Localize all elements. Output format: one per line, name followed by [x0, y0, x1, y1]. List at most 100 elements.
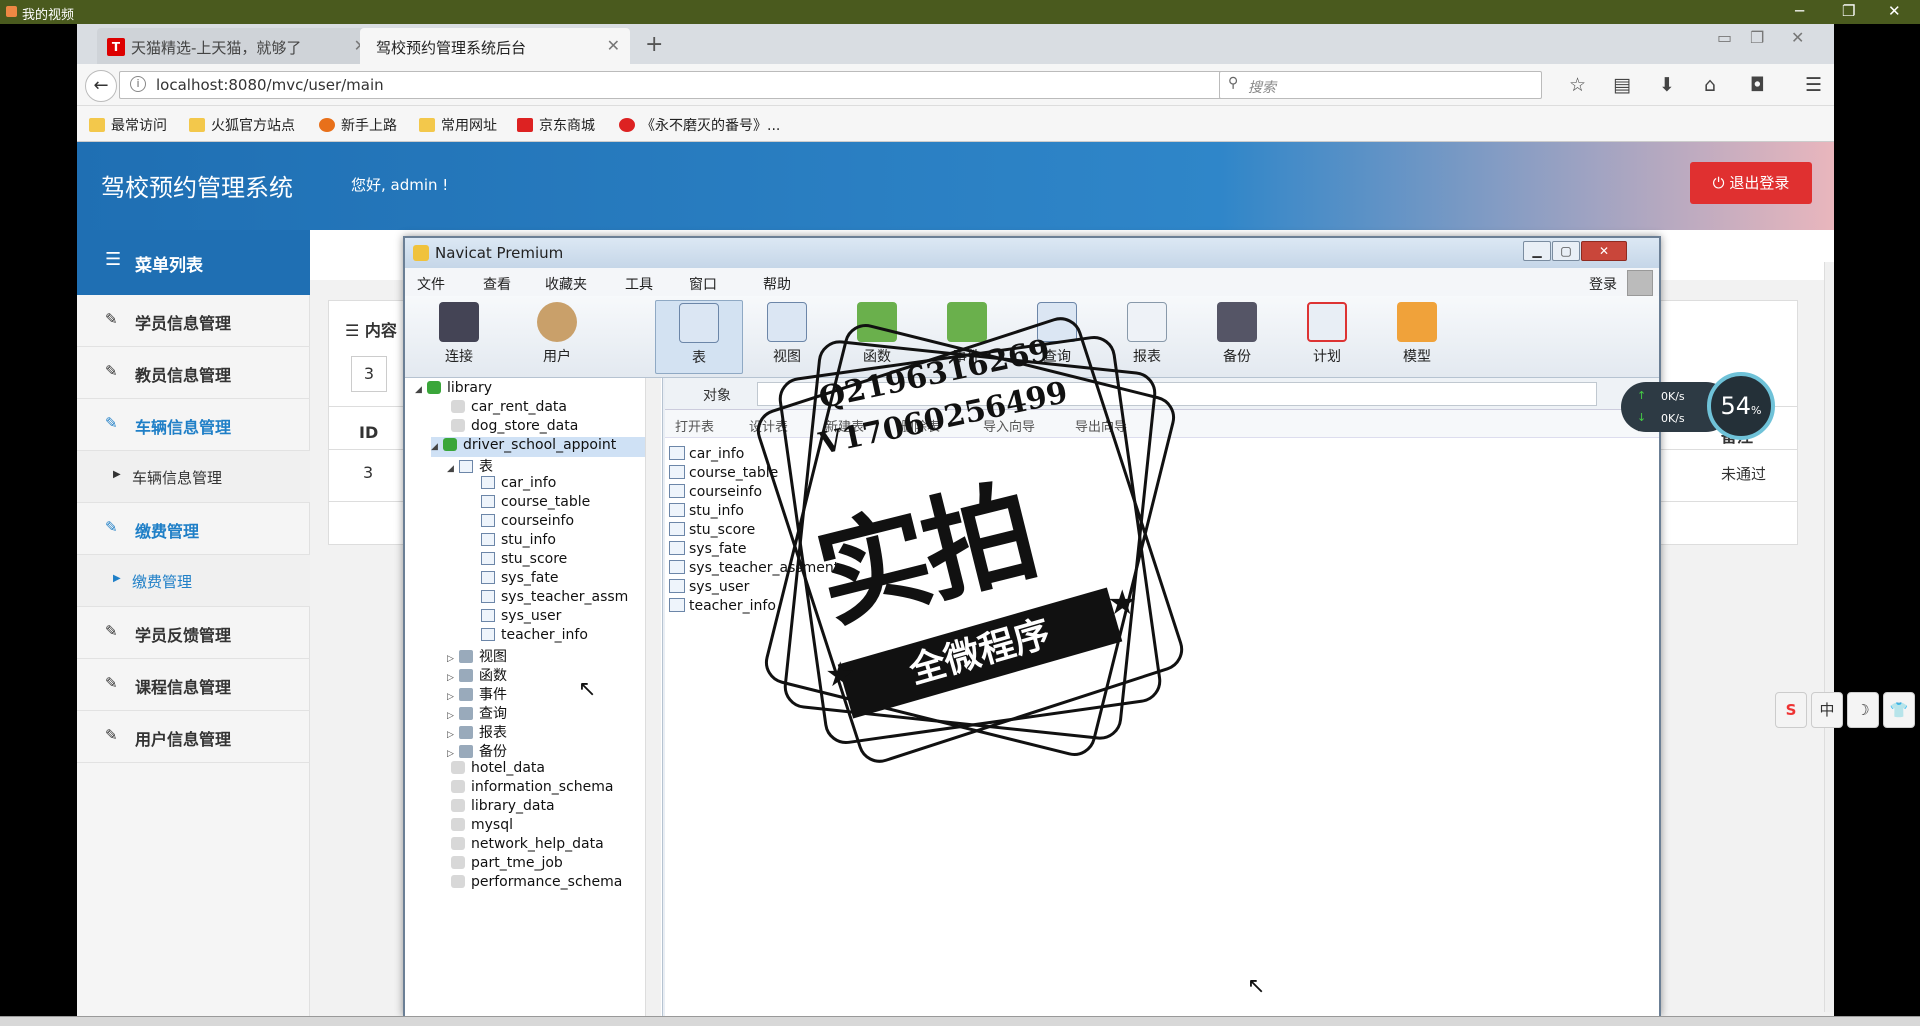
- object-table[interactable]: stu_score: [669, 522, 755, 542]
- browser-close-button[interactable]: ✕: [1791, 28, 1804, 47]
- open-table-button[interactable]: 打开表: [675, 416, 714, 435]
- bookmark-getting-started[interactable]: 新手上路: [319, 115, 397, 135]
- tool-schedule[interactable]: 计划: [1287, 300, 1367, 374]
- menu-help[interactable]: 帮助: [763, 274, 791, 294]
- object-table[interactable]: course_table: [669, 465, 778, 485]
- tool-event[interactable]: 事件: [927, 300, 1007, 374]
- bookmark-firefox-site[interactable]: 火狐官方站点: [189, 115, 295, 135]
- delete-table-button[interactable]: 删除表: [901, 416, 940, 435]
- tree-table[interactable]: car_info: [481, 475, 556, 495]
- player-minimize-button[interactable]: ─: [1795, 2, 1804, 20]
- bookmark-common-sites[interactable]: 常用网址: [419, 115, 497, 135]
- menu-item-users[interactable]: ✎ 用户信息管理: [77, 711, 310, 763]
- tool-model[interactable]: 模型: [1377, 300, 1457, 374]
- menu-item-teachers[interactable]: ✎ 教员信息管理: [77, 347, 310, 399]
- menu-window[interactable]: 窗口: [689, 274, 717, 294]
- url-bar[interactable]: i localhost:8080/mvc/user/main ⟳: [119, 71, 1246, 99]
- tree-backups-node[interactable]: ▷ 备份: [447, 741, 507, 761]
- menu-favorites[interactable]: 收藏夹: [545, 274, 587, 294]
- tool-user[interactable]: 用户: [517, 300, 597, 374]
- submenu-item-payments[interactable]: ▶ 缴费管理: [77, 555, 310, 607]
- object-table[interactable]: car_info: [669, 446, 744, 466]
- tree-db[interactable]: part_tme_job: [451, 855, 563, 875]
- reading-list-icon[interactable]: ▤: [1613, 74, 1631, 96]
- player-close-button[interactable]: ✕: [1888, 2, 1901, 20]
- navicat-close-button[interactable]: ✕: [1581, 241, 1627, 261]
- object-tab-label[interactable]: 对象: [703, 385, 731, 405]
- object-table[interactable]: courseinfo: [669, 484, 762, 504]
- network-monitor-widget[interactable]: ↑ 0K/s ↓ 0K/s 54%: [1621, 372, 1775, 444]
- object-table[interactable]: sys_fate: [669, 541, 746, 561]
- tree-events-node[interactable]: ▷ 事件: [447, 684, 507, 704]
- rows-per-page-select[interactable]: 3: [351, 356, 387, 392]
- navicat-maximize-button[interactable]: ▢: [1552, 241, 1580, 261]
- tree-table[interactable]: sys_teacher_assm: [481, 589, 628, 609]
- tree-db[interactable]: network_help_data: [451, 836, 604, 856]
- object-table[interactable]: teacher_info: [669, 598, 776, 618]
- menu-item-feedback[interactable]: ✎ 学员反馈管理: [77, 607, 310, 659]
- object-table[interactable]: stu_info: [669, 503, 744, 523]
- tree-table[interactable]: teacher_info: [481, 627, 588, 647]
- export-wizard-button[interactable]: 导出向导: [1075, 416, 1127, 435]
- tool-report[interactable]: 报表: [1107, 300, 1187, 374]
- object-filter-input[interactable]: [757, 382, 1597, 406]
- tree-db[interactable]: mysql: [451, 817, 513, 837]
- tree-table[interactable]: stu_score: [481, 551, 567, 571]
- browser-minimize-button[interactable]: ▭: [1717, 28, 1732, 47]
- tree-table[interactable]: sys_fate: [481, 570, 558, 590]
- tree-connection-library[interactable]: ◢ library: [415, 380, 492, 400]
- tool-table[interactable]: 表: [655, 300, 743, 374]
- object-table[interactable]: sys_user: [669, 579, 749, 599]
- tool-view[interactable]: 视图: [747, 300, 827, 374]
- menu-item-payments[interactable]: ✎ 缴费管理: [77, 503, 310, 555]
- page-scrollbar[interactable]: [1824, 262, 1834, 1012]
- menu-item-students[interactable]: ✎ 学员信息管理: [77, 295, 310, 347]
- menu-item-vehicles[interactable]: ✎ 车辆信息管理: [77, 399, 310, 451]
- tree-tables-node[interactable]: ◢ 表: [447, 456, 493, 476]
- download-icon[interactable]: ⬇: [1659, 74, 1675, 96]
- logout-button[interactable]: ⏻ 退出登录: [1690, 162, 1812, 204]
- tree-queries-node[interactable]: ▷ 查询: [447, 703, 507, 723]
- import-wizard-button[interactable]: 导入向导: [983, 416, 1035, 435]
- tree-reports-node[interactable]: ▷ 报表: [447, 722, 507, 742]
- new-tab-button[interactable]: +: [645, 32, 663, 57]
- ime-skin-icon[interactable]: 👕: [1883, 692, 1915, 728]
- player-restore-button[interactable]: ❐: [1842, 2, 1855, 20]
- close-tab-icon[interactable]: ✕: [607, 36, 620, 55]
- tree-table[interactable]: courseinfo: [481, 513, 574, 533]
- ime-logo-icon[interactable]: S: [1775, 692, 1807, 728]
- avatar[interactable]: [1627, 270, 1653, 296]
- tree-db[interactable]: car_rent_data: [451, 399, 567, 419]
- tree-db-active[interactable]: ◢ driver_school_appoint: [431, 437, 645, 457]
- tree-views-node[interactable]: ▷ 视图: [447, 646, 507, 666]
- tab-driving-school-admin[interactable]: 驾校预约管理系统后台 ✕: [360, 28, 630, 64]
- submenu-item-vehicles[interactable]: ▶ 车辆信息管理: [77, 451, 310, 503]
- tree-scrollbar[interactable]: [645, 378, 661, 1016]
- ime-moon-icon[interactable]: ☽: [1847, 692, 1879, 728]
- tree-db[interactable]: hotel_data: [451, 760, 545, 780]
- menu-item-courses[interactable]: ✎ 课程信息管理: [77, 659, 310, 711]
- tree-db[interactable]: dog_store_data: [451, 418, 578, 438]
- site-info-icon[interactable]: i: [130, 76, 146, 92]
- hamburger-menu-icon[interactable]: ☰: [1805, 74, 1822, 96]
- design-table-button[interactable]: 设计表: [749, 416, 788, 435]
- tool-function[interactable]: 函数: [837, 300, 917, 374]
- tool-connection[interactable]: 连接: [419, 300, 499, 374]
- new-table-button[interactable]: 新建表: [825, 416, 864, 435]
- tree-table[interactable]: course_table: [481, 494, 590, 514]
- menu-file[interactable]: 文件: [417, 274, 445, 294]
- bookmark-video[interactable]: 《永不磨灭的番号》...: [619, 115, 780, 135]
- browser-restore-button[interactable]: ❐: [1750, 28, 1764, 47]
- tree-db[interactable]: library_data: [451, 798, 555, 818]
- tree-table[interactable]: stu_info: [481, 532, 556, 552]
- bookmark-star-icon[interactable]: ☆: [1569, 74, 1586, 96]
- bookmark-most-visited[interactable]: 最常访问: [89, 115, 167, 135]
- ime-chinese-toggle[interactable]: 中: [1811, 692, 1843, 728]
- menu-tools[interactable]: 工具: [625, 274, 653, 294]
- pocket-icon[interactable]: ◘: [1750, 74, 1765, 96]
- menu-view[interactable]: 查看: [483, 274, 511, 294]
- bookmark-jd[interactable]: 京东商城: [517, 115, 595, 135]
- tree-table[interactable]: sys_user: [481, 608, 561, 628]
- navicat-minimize-button[interactable]: ▁: [1523, 241, 1551, 261]
- home-icon[interactable]: ⌂: [1704, 74, 1716, 96]
